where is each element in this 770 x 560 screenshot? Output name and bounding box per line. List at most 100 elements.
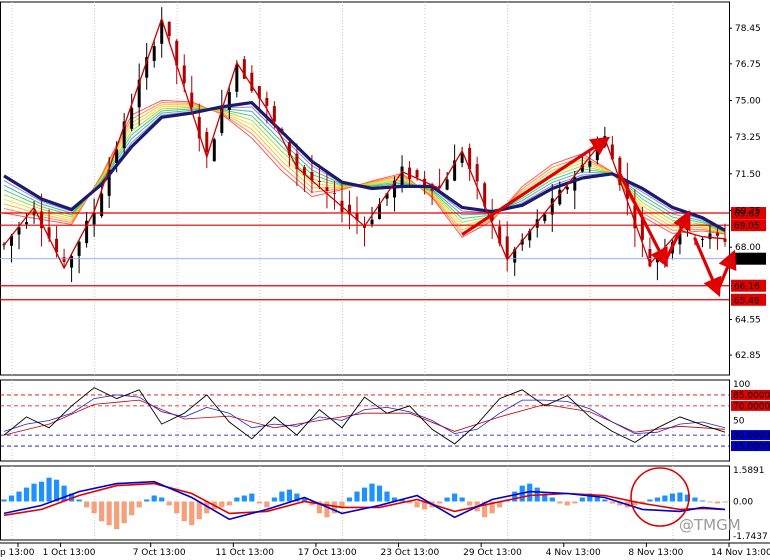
candle-body	[565, 186, 569, 190]
candle-body	[415, 170, 419, 178]
candle-body	[332, 193, 336, 195]
macd-bar	[662, 495, 668, 502]
stoch-tick-label: 100	[733, 380, 750, 390]
macd-bar	[279, 491, 285, 502]
level-label: 67.45	[734, 255, 760, 265]
macd-bar	[151, 495, 157, 502]
time-tick-label: 4 Nov 13:00	[546, 548, 601, 558]
candle-body	[550, 198, 554, 215]
price-chart: 69.6369.0567.4566.1665.49 85.000070.0000…	[0, 0, 770, 560]
macd-bar	[384, 491, 390, 502]
macd-bar	[669, 493, 676, 502]
candle-body	[205, 132, 209, 153]
macd-bar	[226, 501, 232, 506]
macd-bar	[129, 501, 135, 516]
candle-body	[685, 226, 689, 231]
candle-body	[190, 92, 194, 108]
stoch-tick-label: 50	[733, 417, 745, 427]
macd-bar	[354, 491, 360, 502]
stoch-level-label: 70.0000	[733, 402, 770, 412]
macd-bar	[174, 501, 180, 514]
macd-bar	[437, 501, 443, 504]
macd-bar	[444, 497, 450, 502]
macd-bar	[692, 497, 698, 502]
candle-body	[655, 257, 659, 263]
candle-body	[62, 257, 66, 263]
macd-bar	[572, 501, 578, 504]
candle-body	[265, 97, 269, 106]
macd-bar	[121, 501, 127, 524]
macd-bar	[53, 479, 60, 502]
price-tick-label: 62.85	[735, 351, 761, 361]
macd-bar	[106, 501, 112, 526]
macd-bar	[249, 493, 255, 502]
macd-bar	[46, 477, 52, 502]
macd-bar	[159, 497, 165, 502]
macd-bar	[654, 497, 661, 502]
level-label: 65.49	[734, 296, 760, 306]
chart-background	[0, 0, 770, 560]
candle-body	[77, 241, 81, 256]
macd-bar	[549, 497, 555, 502]
macd-bar	[256, 501, 262, 504]
watermark: @TMGM	[679, 516, 741, 534]
candle-body	[167, 21, 171, 37]
level-label: 66.16	[734, 282, 760, 292]
candle-body	[370, 219, 374, 225]
candle-body	[130, 107, 134, 129]
macd-bar	[467, 501, 473, 506]
macd-bar	[38, 481, 45, 502]
macd-bar	[707, 501, 713, 503]
candle-body	[400, 166, 404, 186]
macd-bar	[609, 501, 615, 504]
macd-bar	[564, 501, 570, 506]
price-tick-label: 76.75	[735, 60, 761, 70]
price-tick-label: 69.75	[735, 207, 761, 217]
macd-bar	[1, 499, 7, 502]
price-tick-label: 78.45	[735, 24, 761, 34]
time-tick-label: 8 Nov 13:00	[628, 548, 683, 558]
macd-bar	[647, 499, 653, 502]
macd-bar	[324, 501, 330, 518]
macd-bar	[677, 492, 683, 502]
macd-bar	[264, 501, 270, 508]
price-tick-label: 68.00	[735, 243, 761, 253]
macd-bar	[699, 500, 706, 502]
time-tick-label: 14 Nov 13:00	[711, 548, 770, 558]
macd-bar	[361, 487, 368, 502]
time-tick-label: p 13:00	[0, 548, 35, 558]
macd-bar	[99, 501, 105, 522]
macd-bar	[376, 485, 383, 502]
candle-body	[235, 64, 239, 92]
macd-bar	[369, 483, 375, 502]
candle-body	[663, 251, 667, 255]
macd-bar	[452, 493, 458, 502]
candle-body	[543, 214, 547, 221]
price-tick-label: 73.25	[735, 133, 761, 143]
time-tick-label: 7 Oct 13:00	[133, 548, 186, 558]
price-tick-label: 64.55	[735, 315, 761, 325]
candle-body	[70, 256, 74, 268]
time-tick-label: 29 Oct 13:00	[463, 548, 522, 558]
candle-body	[317, 181, 321, 183]
macd-bar	[196, 501, 202, 520]
macd-bar	[557, 501, 563, 504]
macd-bar	[602, 499, 608, 502]
macd-bar	[579, 497, 585, 502]
macd-bar	[219, 501, 225, 508]
macd-bar	[241, 495, 247, 502]
macd-bar	[114, 501, 120, 530]
stoch-level-label: 15.0000	[733, 442, 770, 452]
macd-bar	[8, 495, 15, 502]
time-tick-label: 23 Oct 13:00	[381, 548, 440, 558]
candle-body	[152, 46, 156, 61]
macd-bar	[512, 491, 518, 502]
stoch-level-label: 85.0000	[733, 391, 770, 401]
candle-body	[445, 179, 449, 190]
macd-tick-label: 0.00	[733, 497, 753, 507]
macd-bar	[414, 501, 420, 508]
macd-bar	[166, 501, 172, 506]
time-tick-label: 17 Oct 13:00	[298, 548, 357, 558]
price-tick-label: 75.00	[735, 96, 761, 106]
macd-bar	[76, 499, 82, 502]
